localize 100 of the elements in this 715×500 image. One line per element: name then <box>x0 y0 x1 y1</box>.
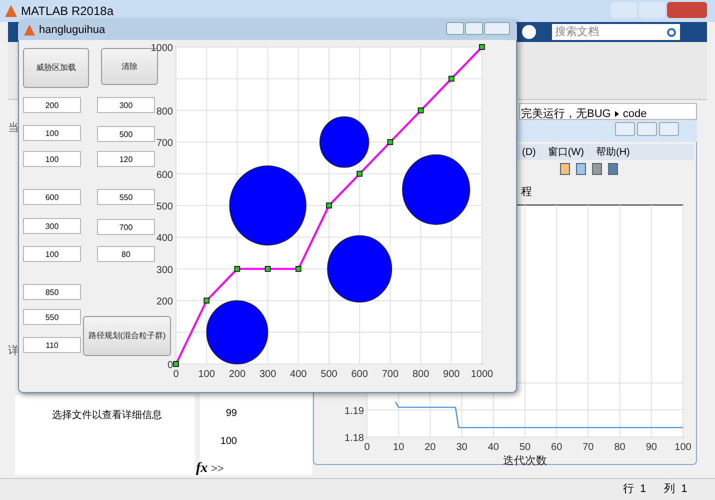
search-icon[interactable] <box>667 28 676 37</box>
axis-tick-label: 0 <box>167 360 173 371</box>
axis-tick-label: 200 <box>228 369 246 380</box>
axis-tick-label: 20 <box>424 442 436 453</box>
axis-tick-label: 0 <box>173 369 179 380</box>
status-label: 行 <box>623 482 634 497</box>
axis-tick-label: 1000 <box>470 369 494 380</box>
window-title: hangluguihua <box>39 22 106 38</box>
window-title: MATLAB R2018a <box>21 3 114 20</box>
close-button[interactable] <box>667 2 707 18</box>
colorbar-icon[interactable] <box>560 163 570 175</box>
text-field[interactable]: 100 <box>23 246 81 262</box>
axis-tick-label: 900 <box>443 369 460 380</box>
axis-tick-label: 40 <box>488 442 499 453</box>
window-icon[interactable] <box>608 163 618 175</box>
text-field[interactable]: 700 <box>97 219 155 235</box>
address-bar[interactable] <box>519 103 697 120</box>
fx-label[interactable]: fx <box>196 458 208 479</box>
axis-tick-label: 500 <box>320 369 338 380</box>
waypoint-marker <box>173 361 179 367</box>
close-button[interactable] <box>659 122 679 136</box>
axis-tick-label: 700 <box>156 138 173 150</box>
obstacle-circle <box>206 300 268 364</box>
logo-icon <box>5 5 17 17</box>
axis-tick-label: 800 <box>156 106 173 118</box>
axis-tick-label: 400 <box>290 369 307 380</box>
square-icon[interactable] <box>592 163 602 175</box>
legend-icon[interactable] <box>576 163 586 175</box>
text-field[interactable]: 300 <box>23 218 81 234</box>
axis-tick-label: 800 <box>412 369 430 380</box>
status-value: 1 <box>681 482 688 497</box>
text-field[interactable]: 100 <box>23 125 81 141</box>
breadcrumb-item[interactable]: 完美运行，无BUG <box>521 106 611 122</box>
text-field[interactable]: 600 <box>23 189 81 205</box>
breadcrumb-item[interactable]: code <box>622 106 647 122</box>
status-label: 列 <box>664 482 676 497</box>
waypoint-marker <box>234 266 240 272</box>
waypoint-marker <box>479 44 485 50</box>
waypoint-marker <box>204 298 210 304</box>
panel-label: 当 <box>8 121 19 136</box>
waypoint-marker <box>296 266 302 272</box>
axis-tick-label: 500 <box>156 202 173 212</box>
waypoint-marker <box>448 76 454 82</box>
minimize-button[interactable] <box>446 22 464 35</box>
load-button[interactable]: 威胁区加载 <box>23 48 89 88</box>
menu-item[interactable]: 窗口(W) <box>548 144 584 160</box>
obstacle-circle <box>319 116 370 168</box>
axis-tick-label: 90 <box>646 442 657 453</box>
maximize-button[interactable] <box>465 22 483 35</box>
text-field[interactable]: 110 <box>23 337 81 353</box>
text-field[interactable]: 120 <box>97 151 155 167</box>
menu-item[interactable]: 帮助(H) <box>596 144 630 160</box>
search-field[interactable]: 搜索文档 <box>552 24 680 40</box>
axis-tick-label: 300 <box>259 369 276 380</box>
text-field[interactable]: 100 <box>23 151 81 167</box>
close-button[interactable] <box>484 22 510 35</box>
axis-tick-label: 50 <box>519 442 531 453</box>
details-hint: 选择文件以查看详细信息 <box>52 408 162 423</box>
command-prompt: >> <box>211 462 224 477</box>
text-field[interactable]: 80 <box>97 246 155 262</box>
axis-tick-label: 80 <box>614 442 626 453</box>
waypoint-marker <box>418 108 424 114</box>
axis-tick-label: 100 <box>198 369 215 380</box>
axis-tick-label: 600 <box>351 369 368 380</box>
axis-label: 迭代次数 <box>503 455 547 467</box>
menu-item[interactable]: (D) <box>522 144 536 160</box>
minimize-button[interactable] <box>615 122 635 136</box>
panel-label: 详 <box>8 344 19 359</box>
axis-tick-label: 60 <box>551 442 562 453</box>
waypoint-marker <box>326 202 332 208</box>
waypoint-marker <box>356 170 362 177</box>
text-field[interactable]: 850 <box>23 284 81 300</box>
axis-tick-label: 100 <box>674 442 692 453</box>
command-output: 100 <box>219 435 237 449</box>
text-field[interactable]: 550 <box>23 309 81 325</box>
text-field[interactable]: 200 <box>23 97 81 113</box>
axis-tick-label: 30 <box>456 442 468 453</box>
chart-title: 程 <box>521 185 532 200</box>
axis-tick-label: 10 <box>393 442 404 453</box>
maximize-button[interactable] <box>637 122 657 136</box>
waypoint-marker <box>264 266 271 272</box>
axis-tick-label: 70 <box>582 442 594 453</box>
axis-tick-label: 300 <box>156 264 173 276</box>
text-field[interactable]: 550 <box>97 189 155 205</box>
status-value: 1 <box>640 482 646 497</box>
obstacle-circle <box>327 235 392 303</box>
axis-tick-label: 700 <box>382 369 399 380</box>
plan-route-button[interactable]: 路径规划(混合粒子群) <box>83 316 171 356</box>
axis-tick-label: 200 <box>156 296 173 308</box>
waypoint-marker <box>387 139 394 145</box>
command-output: 99 <box>224 407 237 421</box>
text-field[interactable]: 300 <box>97 97 155 113</box>
axis-tick-label: 400 <box>156 233 173 244</box>
text-field[interactable]: 500 <box>97 126 155 142</box>
obstacle-circle <box>402 154 470 225</box>
axis-tick-label: 0 <box>364 442 370 453</box>
axis-tick-label: 1.18 <box>344 433 364 444</box>
axis-tick-label: 600 <box>156 170 173 181</box>
logo-icon <box>24 24 35 36</box>
axis-tick-label: 1.19 <box>344 406 364 417</box>
